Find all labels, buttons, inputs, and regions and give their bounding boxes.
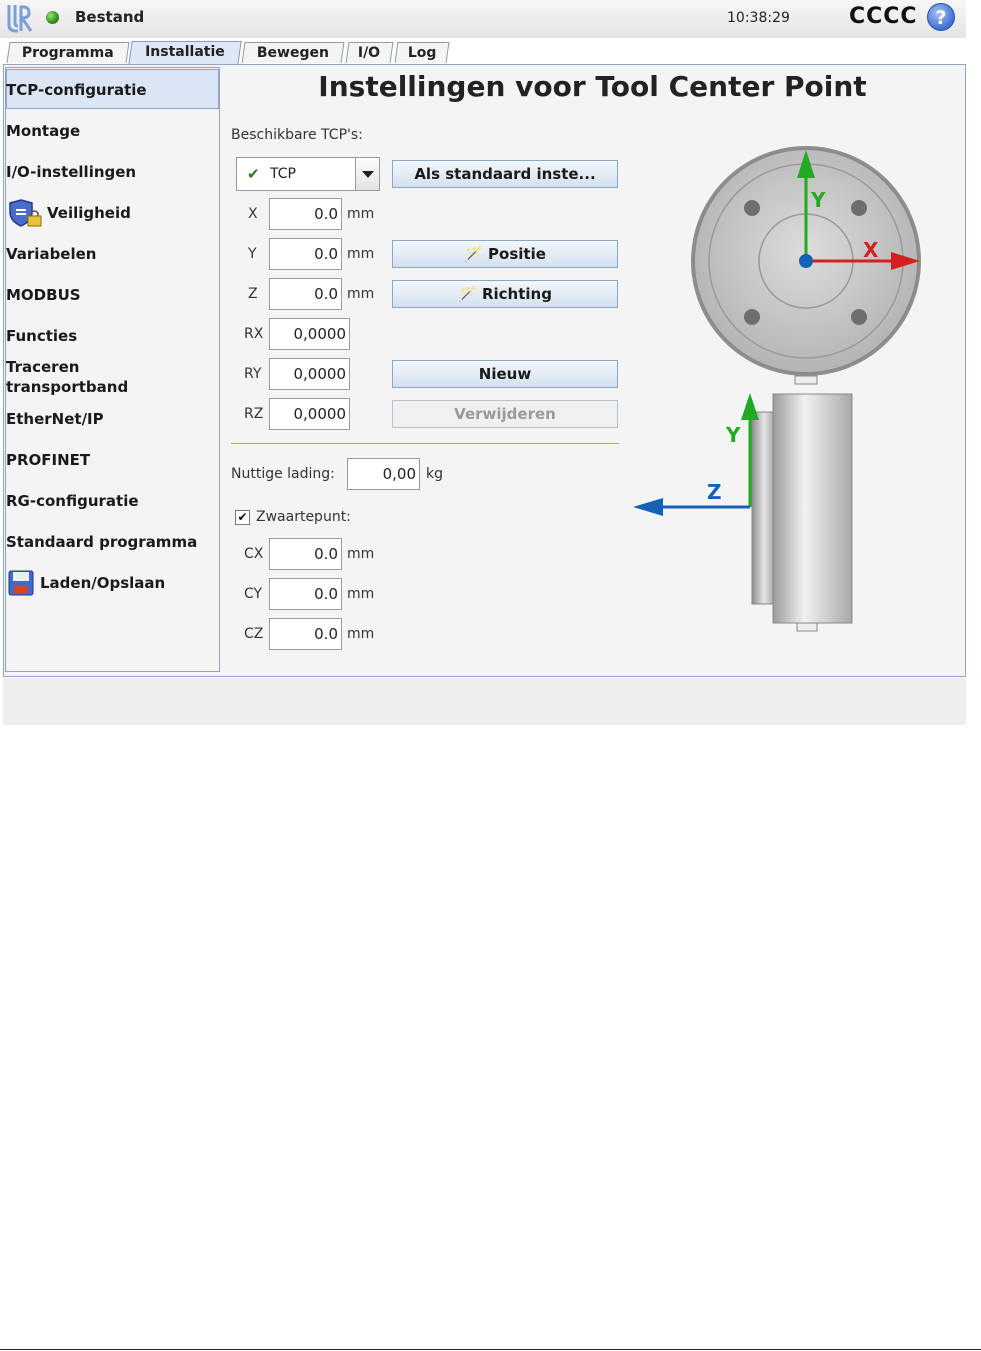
sidebar-item-ethernet-ip[interactable]: EtherNet/IP [6,409,104,429]
payload-label: Nuttige lading: [231,466,335,482]
unit-label: mm [347,586,375,602]
sidebar-item-laden-opslaan[interactable]: Laden/Opslaan [40,573,165,593]
ry-field[interactable]: 0,0000 [269,358,350,390]
cy-field[interactable]: 0.0 [269,578,342,610]
status-dot-icon [46,11,59,24]
checkmark-icon: ✔ [247,165,260,183]
coord-label-x: X [248,206,258,222]
clock: 10:38:29 [727,10,790,26]
set-default-button[interactable]: Als standaard inste... [392,160,618,188]
available-tcps-label: Beschikbare TCP's: [231,127,363,143]
wand-icon: 🪄 [458,285,477,303]
unit-label: mm [347,286,375,302]
cz-field[interactable]: 0.0 [269,618,342,650]
rx-field[interactable]: 0,0000 [269,318,350,350]
flange-side-view [751,393,853,632]
unit-label: mm [347,546,375,562]
center-of-gravity-label: Zwaartepunt: [256,509,351,525]
sidebar-item-modbus[interactable]: MODBUS [6,285,81,305]
z-field[interactable]: 0.0 [269,278,342,310]
title-bar: Bestand 10:38:29 CCCC ? [0,0,966,38]
position-button[interactable]: 🪄 Positie [392,240,618,268]
coord-label-rx: RX [244,326,264,342]
floppy-disk-icon [8,570,34,596]
cog-label-cz: CZ [244,626,264,642]
tcp-select-value: TCP [270,166,296,182]
cx-field[interactable]: 0.0 [269,538,342,570]
chevron-down-icon [362,171,374,178]
y-axis-label: Y [810,188,826,212]
y-field[interactable]: 0.0 [269,238,342,270]
sidebar-item-profinet[interactable]: PROFINET [6,450,90,470]
file-menu[interactable]: Bestand [75,8,144,26]
tcp-dropdown-button[interactable] [355,157,380,191]
sidebar-item-functies[interactable]: Functies [6,326,77,346]
orientation-button[interactable]: 🪄 Richting [392,280,618,308]
coord-label-z: Z [248,286,258,302]
page-divider [0,1349,981,1350]
cog-label-cx: CX [244,546,264,562]
coord-label-y: Y [248,246,257,262]
sidebar-item-standaard-programma[interactable]: Standaard programma [6,532,197,552]
tab-bewegen[interactable]: Bewegen [241,42,345,63]
help-icon[interactable]: ? [927,3,955,31]
x-field[interactable]: 0.0 [269,198,342,230]
tcp-select[interactable]: ✔ TCP [236,157,356,191]
coord-label-rz: RZ [244,406,264,422]
tab-log[interactable]: Log [394,42,450,63]
sidebar-item-variabelen[interactable]: Variabelen [6,244,96,264]
robot-name: CCCC [849,4,918,29]
tab-io[interactable]: I/O [345,42,394,63]
tcp-diagram: X Y Y Z [633,146,921,632]
payload-unit: kg [426,466,443,482]
divider [231,443,619,444]
ur-logo-icon [7,5,33,33]
shield-lock-icon [9,199,42,227]
sidebar-item-montage[interactable]: Montage [6,121,80,141]
rz-field[interactable]: 0,0000 [269,398,350,430]
delete-button[interactable]: Verwijderen [392,400,618,428]
cog-label-cy: CY [244,586,263,602]
x-axis-label: X [863,238,879,262]
center-of-gravity-checkbox[interactable]: ✔ [235,510,250,525]
page-title: Instellingen voor Tool Center Point [318,70,867,103]
side-z-axis-label: Z [707,480,722,504]
tab-installatie[interactable]: Installatie [128,41,242,65]
payload-field[interactable]: 0,00 [347,458,420,490]
coord-label-ry: RY [244,366,262,382]
sidebar-item-rg-configuratie[interactable]: RG-configuratie [6,491,139,511]
unit-label: mm [347,246,375,262]
tab-programma[interactable]: Programma [6,42,130,63]
new-button[interactable]: Nieuw [392,360,618,388]
wand-icon: 🪄 [464,245,483,263]
sidebar-item-traceren-transportband[interactable]: Traceren transportband [6,357,206,397]
sidebar-item-io-instellingen[interactable]: I/O-instellingen [6,162,136,182]
bottom-bar [3,678,966,725]
sidebar-item-tcp-configuratie[interactable]: TCP-configuratie [6,80,147,100]
unit-label: mm [347,626,375,642]
unit-label: mm [347,206,375,222]
side-y-axis-label: Y [725,423,741,447]
sidebar-item-veiligheid[interactable]: Veiligheid [47,203,131,223]
